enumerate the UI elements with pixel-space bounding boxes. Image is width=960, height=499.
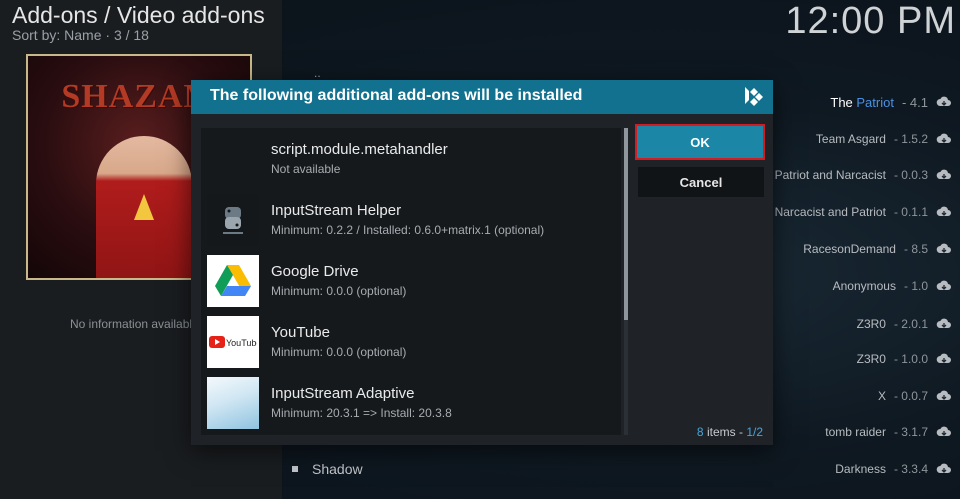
list-item-name: Shadow	[312, 461, 363, 477]
list-item-version: - 0.1.1	[893, 205, 928, 219]
dependency-version: Minimum: 0.0.0 (optional)	[271, 284, 407, 298]
list-item-version: - 0.0.7	[893, 389, 928, 403]
cloud-download-icon	[936, 280, 951, 290]
clock: 12:00 PM	[785, 0, 956, 42]
separator-dot: ·	[105, 27, 114, 43]
list-item-version: - 2.0.1	[893, 317, 928, 331]
cloud-download-icon	[936, 426, 951, 436]
cloud-download-icon	[936, 133, 951, 143]
cloud-download-icon	[936, 353, 951, 363]
dependency-name: script.module.metahandler	[271, 141, 448, 158]
list-item-name: tomb raider	[825, 425, 886, 439]
list-item[interactable]: tomb raider - 3.1.7	[825, 422, 952, 442]
no-information-text: No information available	[70, 317, 199, 331]
list-item-name: Z3R0	[856, 352, 886, 366]
youtube-logo-icon: YouTube	[207, 315, 259, 368]
sort-label[interactable]: Sort by: Name	[12, 27, 101, 43]
cloud-download-icon	[936, 318, 951, 328]
list-item[interactable]: Z3R0 - 2.0.1	[857, 314, 952, 334]
list-item-version: - 0.0.3	[893, 168, 928, 182]
kodi-logo-icon	[745, 87, 763, 106]
dialog-title: The following additional add-ons will be…	[210, 87, 583, 104]
cloud-download-icon	[936, 243, 951, 253]
blank-thumb-icon	[207, 133, 259, 185]
list-item-version: - 1.0.0	[893, 352, 928, 366]
dialog-header: The following additional add-ons will be…	[191, 80, 773, 114]
list-item-name: Team Asgard	[815, 132, 886, 146]
cancel-button[interactable]: Cancel	[638, 167, 764, 197]
list-item-name: The Patriot	[830, 94, 894, 110]
scrollbar-thumb[interactable]	[624, 128, 628, 320]
python-logo-icon	[207, 193, 259, 246]
list-item-name: Darkness	[835, 462, 886, 476]
list-item[interactable]: Anonymous - 1.0	[833, 276, 952, 296]
list-item-name: X	[877, 389, 886, 403]
list-item[interactable]: The Patriot - 4.1	[830, 92, 952, 112]
dependency-item[interactable]: script.module.metahandler Not available	[201, 128, 621, 189]
dependency-item[interactable]: InputStream Adaptive Minimum: 20.3.1 => …	[201, 372, 621, 433]
dependency-name: Google Drive	[271, 263, 359, 280]
cloud-download-icon	[936, 463, 951, 473]
list-item-name: Anonymous	[832, 279, 896, 293]
list-item-version: - 3.1.7	[893, 425, 928, 439]
list-item-version: - 8.5	[903, 242, 928, 256]
list-item-version: - 3.3.4	[893, 462, 928, 476]
list-item[interactable]: RacesonDemand - 8.5	[803, 239, 952, 259]
list-item[interactable]: Darkness - 3.3.4	[835, 459, 952, 479]
list-item-shadow[interactable]: Shadow	[292, 461, 363, 477]
ok-button[interactable]: OK	[635, 124, 765, 160]
list-item-version: - 1.0	[903, 279, 928, 293]
svg-text:YouTube: YouTube	[226, 338, 257, 348]
list-item-name: Z3R0	[856, 317, 886, 331]
dependency-version: Minimum: 0.2.2 / Installed: 0.6.0+matrix…	[271, 223, 545, 237]
lightning-bolt-icon	[134, 194, 154, 220]
list-item[interactable]: Team Asgard - 1.5.2	[816, 129, 952, 149]
dependency-list: script.module.metahandler Not available …	[201, 128, 621, 435]
parent-folder-item[interactable]: ..	[314, 66, 321, 80]
list-scrollbar[interactable]	[624, 128, 628, 435]
list-position: 3 / 18	[113, 27, 149, 43]
google-drive-logo-icon	[207, 254, 259, 307]
inputstream-adaptive-thumb-icon	[207, 376, 259, 429]
bullet-icon	[292, 466, 298, 472]
dependency-name: YouTube	[271, 324, 330, 341]
cloud-download-icon	[936, 96, 951, 106]
list-item-name: RacesonDemand	[803, 242, 896, 256]
dependency-name: InputStream Adaptive	[271, 385, 415, 402]
dependency-item[interactable]: YouTube YouTube Minimum: 0.0.0 (optional…	[201, 311, 621, 372]
items-count: 8 items - 1/2	[696, 425, 763, 439]
dependency-version: Not available	[271, 162, 341, 176]
list-item[interactable]: X - 0.0.7	[878, 386, 952, 406]
breadcrumb-title: Add-ons / Video add-ons	[12, 2, 265, 28]
install-dependencies-dialog: The following additional add-ons will be…	[191, 80, 773, 445]
dependency-item[interactable]: Google Drive Minimum: 0.0.0 (optional)	[201, 250, 621, 311]
dependency-name: InputStream Helper	[271, 202, 402, 219]
dependency-version: Minimum: 20.3.1 => Install: 20.3.8	[271, 406, 452, 420]
cloud-download-icon	[936, 206, 951, 216]
list-item-name: Patriot and Narcacist	[774, 168, 886, 182]
dependency-version: Minimum: 0.0.0 (optional)	[271, 345, 407, 359]
list-item[interactable]: Narcacist and Patriot - 0.1.1	[775, 202, 952, 222]
list-item-version: - 1.5.2	[893, 132, 928, 146]
cloud-download-icon	[936, 390, 951, 400]
cloud-download-icon	[936, 169, 951, 179]
sort-info: Sort by: Name · 3 / 18	[12, 27, 149, 43]
list-item-name: Narcacist and Patriot	[774, 205, 886, 219]
list-item-version: - 4.1	[901, 94, 928, 110]
list-item[interactable]: Patriot and Narcacist - 0.0.3	[775, 165, 952, 185]
list-item[interactable]: Z3R0 - 1.0.0	[857, 349, 952, 369]
dependency-item[interactable]: InputStream Helper Minimum: 0.2.2 / Inst…	[201, 189, 621, 250]
